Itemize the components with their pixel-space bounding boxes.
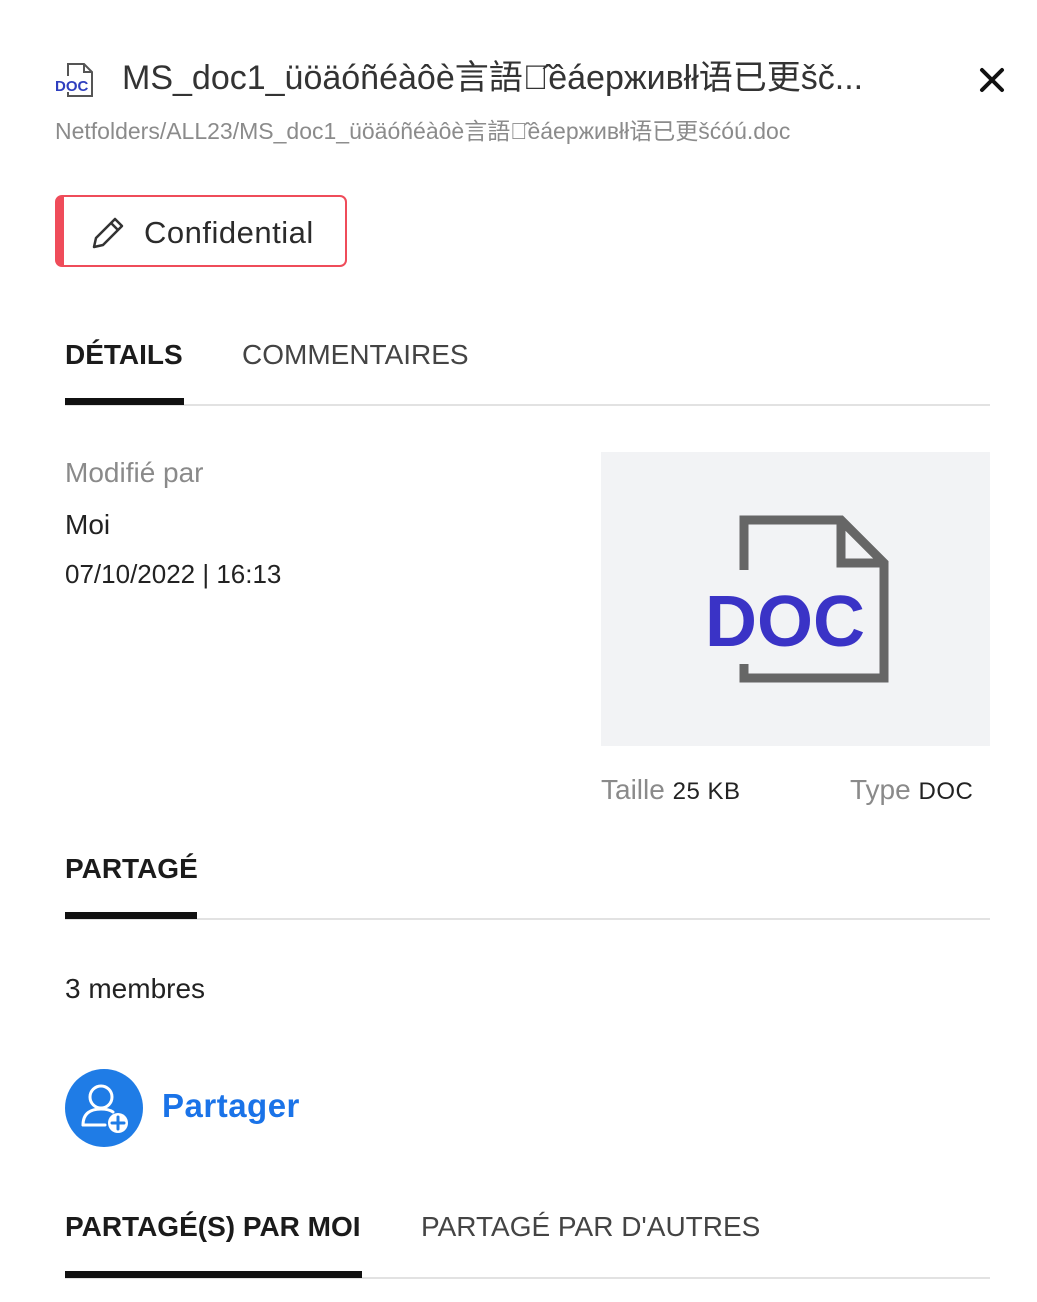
tabs-divider bbox=[65, 404, 990, 406]
type-label: Type bbox=[850, 774, 911, 805]
tab-details[interactable]: DÉTAILS bbox=[65, 337, 183, 373]
tab-shared-by-me-indicator bbox=[65, 1271, 362, 1278]
pencil-icon bbox=[88, 213, 128, 253]
size-info: Taille 25 KB bbox=[601, 772, 740, 810]
tab-comments[interactable]: COMMENTAIRES bbox=[242, 337, 469, 373]
file-preview: DOC bbox=[601, 452, 990, 746]
preview-type-text: DOC bbox=[705, 582, 865, 662]
size-label: Taille bbox=[601, 774, 665, 805]
add-user-icon[interactable] bbox=[65, 1069, 143, 1147]
tab-shared-by-others[interactable]: PARTAGÉ PAR D'AUTRES bbox=[421, 1209, 760, 1245]
tab-shared-by-me[interactable]: PARTAGÉ(S) PAR MOI bbox=[65, 1209, 361, 1245]
modified-by-label: Modifié par bbox=[65, 457, 204, 488]
modified-by-value: Moi bbox=[65, 509, 111, 540]
size-value: 25 KB bbox=[672, 778, 741, 805]
share-button[interactable]: Partager bbox=[162, 1085, 300, 1127]
modified-date: 07/10/2022 | 16:13 bbox=[65, 559, 282, 589]
doc-file-icon: DOC bbox=[54, 62, 96, 98]
file-title: MS_doc1_üöäóñéàôè言語が̂êáерживłł语已更šč... bbox=[122, 59, 864, 97]
sharing-divider bbox=[65, 918, 990, 920]
classification-button[interactable]: Confidential bbox=[55, 195, 347, 267]
close-icon[interactable] bbox=[972, 60, 1012, 100]
type-info: Type DOC bbox=[850, 772, 973, 810]
file-path: Netfolders/ALL23/MS_doc1_üöäóñéàôè言語が̂êá… bbox=[55, 118, 791, 144]
classification-label: Confidential bbox=[144, 215, 314, 250]
type-value: DOC bbox=[918, 778, 974, 805]
tab-details-indicator bbox=[65, 398, 184, 405]
member-count: 3 membres bbox=[65, 973, 206, 1004]
sharing-title-indicator bbox=[65, 912, 197, 919]
sharing-section-title: PARTAGÉ bbox=[65, 853, 198, 884]
file-icon-text: DOC bbox=[55, 78, 89, 95]
doc-preview-icon: DOC bbox=[705, 515, 889, 683]
